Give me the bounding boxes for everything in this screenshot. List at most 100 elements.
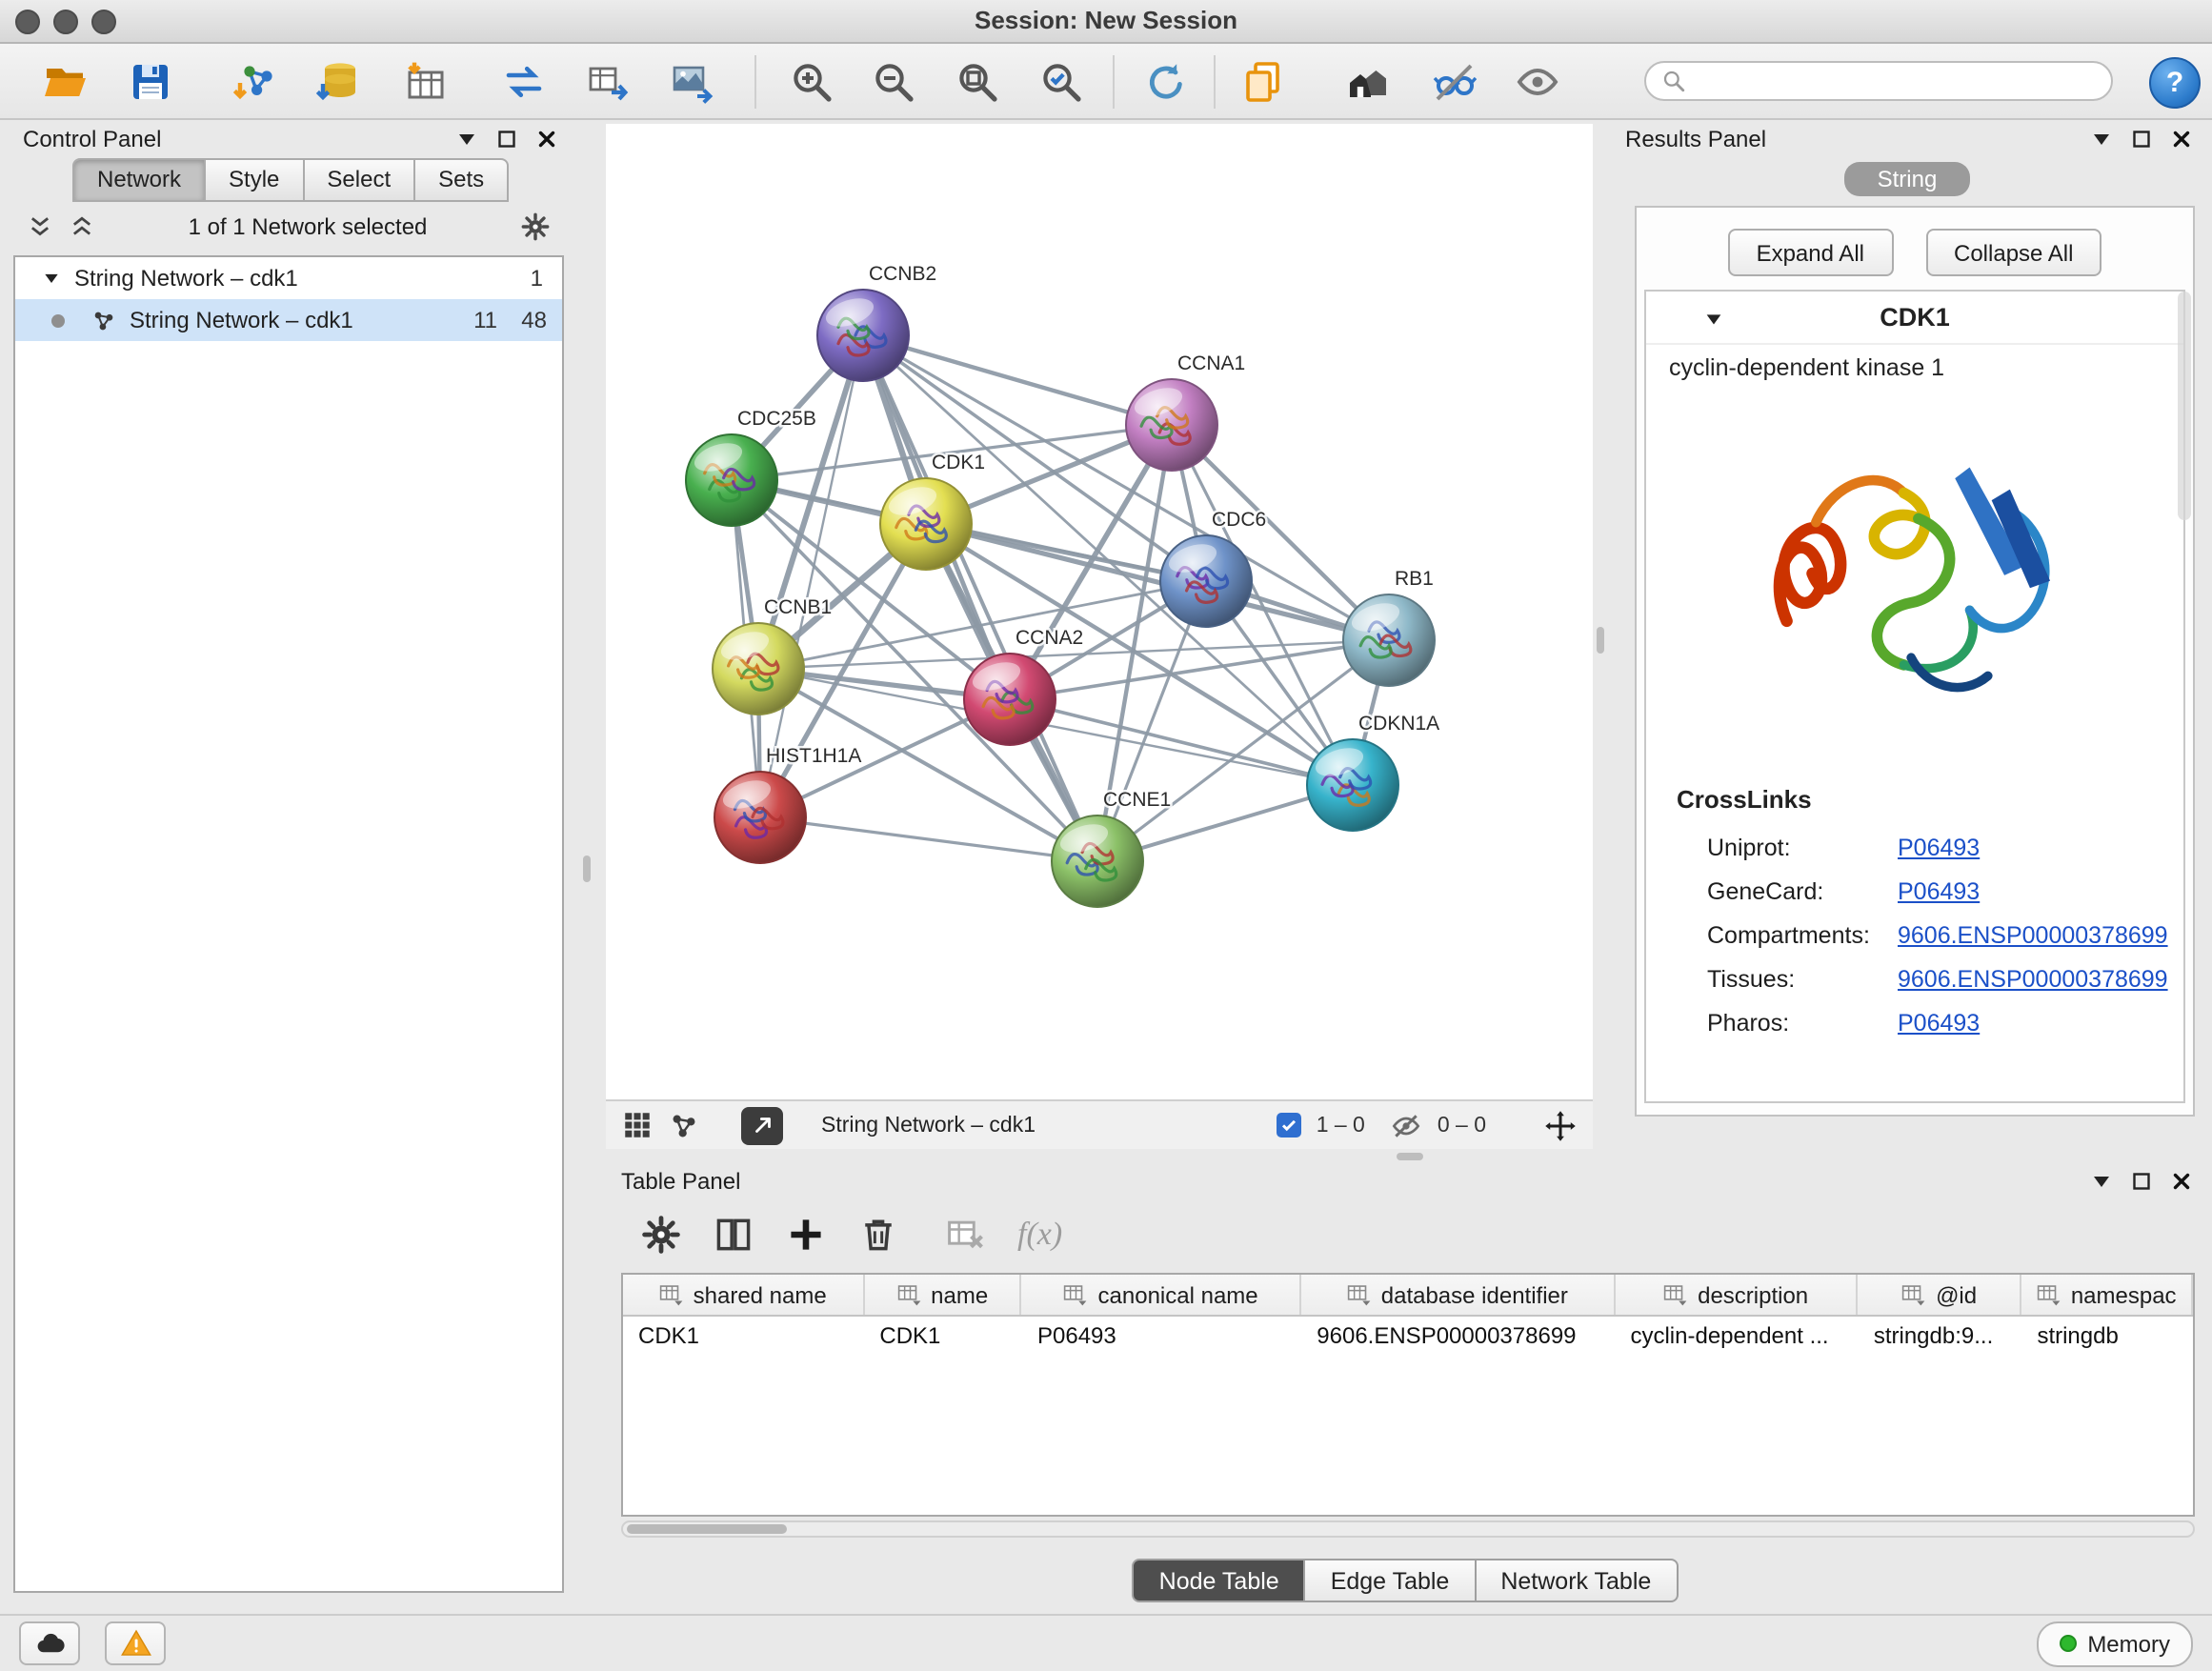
crosslink-value-link[interactable]: P06493	[1898, 834, 1980, 860]
network-options-gear-icon[interactable]	[520, 211, 551, 242]
crosslink-value-link[interactable]: 9606.ENSP00000378699	[1898, 921, 2168, 948]
column-header-namespac[interactable]: namespac	[2021, 1275, 2193, 1315]
network-current-dot-icon	[51, 313, 65, 327]
network-collection-row[interactable]: String Network – cdk1 1	[15, 257, 562, 299]
warnings-button[interactable]	[105, 1621, 166, 1665]
control-panel-float-icon[interactable]	[495, 128, 518, 151]
network-edge[interactable]	[863, 335, 1172, 425]
column-header--id[interactable]: @id	[1859, 1275, 2022, 1315]
control-panel-close-icon[interactable]	[535, 128, 558, 151]
move-crosshair-icon[interactable]	[1543, 1108, 1578, 1142]
table-panel-close-icon[interactable]	[2170, 1170, 2193, 1193]
zoom-out-icon[interactable]	[869, 56, 918, 106]
network-node-rb1[interactable]: RB1	[1343, 568, 1435, 686]
network-node-ccna1[interactable]: CCNA1	[1126, 352, 1245, 471]
show-columns-icon[interactable]	[713, 1214, 754, 1256]
right-splitter-handle[interactable]	[1597, 627, 1604, 654]
crosslink-value-link[interactable]: 9606.ENSP00000378699	[1898, 965, 2168, 992]
export-image-icon[interactable]	[667, 56, 716, 106]
network-view-canvas[interactable]: CCNB2CCNA1CDC25BCDK1CDC6RB1CCNB1CCNA2CDK…	[606, 124, 1593, 1099]
table-hscrollbar[interactable]	[621, 1520, 2195, 1538]
crosslink-label: Pharos:	[1707, 1009, 1898, 1036]
gene-collapse-icon[interactable]	[1703, 309, 1724, 330]
search-input[interactable]	[1696, 66, 2096, 96]
column-header-name[interactable]: name	[864, 1275, 1022, 1315]
network-row-selected[interactable]: String Network – cdk1 11 48	[15, 299, 562, 341]
expand-all-button[interactable]: Expand All	[1728, 229, 1893, 276]
table-body: CDK1CDK1P064939606.ENSP00000378699cyclin…	[623, 1317, 2193, 1357]
network-node-cdc6[interactable]: CDC6	[1160, 509, 1266, 627]
column-header-description[interactable]: description	[1615, 1275, 1858, 1315]
results-panel-collapse-icon[interactable]	[2090, 128, 2113, 151]
network-node-cdc25b[interactable]: CDC25B	[686, 408, 816, 526]
cloud-status-button[interactable]	[19, 1621, 80, 1665]
function-builder-icon[interactable]: f(x)	[1017, 1216, 1062, 1254]
control-panel-collapse-icon[interactable]	[455, 128, 478, 151]
gene-description: cyclin-dependent kinase 1	[1646, 345, 2183, 381]
network-edge[interactable]	[760, 817, 1097, 861]
selected-checkbox-icon[interactable]	[1277, 1113, 1301, 1137]
hide-selection-glasses-icon[interactable]	[1429, 56, 1478, 106]
open-session-icon[interactable]	[40, 56, 90, 106]
expand-all-nodes-icon[interactable]	[27, 213, 53, 240]
tree-expand-icon[interactable]	[42, 269, 61, 288]
node-label-cdk1: CDK1	[932, 452, 985, 473]
table-row[interactable]: CDK1CDK1P064939606.ENSP00000378699cyclin…	[623, 1317, 2193, 1357]
delete-table-icon[interactable]	[945, 1214, 987, 1256]
import-network-file-icon[interactable]	[231, 56, 280, 106]
tab-string[interactable]: String	[1844, 162, 1970, 196]
results-panel-close-icon[interactable]	[2170, 128, 2193, 151]
detach-view-button[interactable]	[741, 1106, 783, 1144]
column-header-database-identifier[interactable]: database identifier	[1301, 1275, 1615, 1315]
copy-document-icon[interactable]	[1238, 56, 1288, 106]
column-header-canonical-name[interactable]: canonical name	[1022, 1275, 1301, 1315]
refresh-icon[interactable]	[1141, 56, 1191, 106]
network-node-ccnb2[interactable]: CCNB2	[817, 263, 936, 381]
network-node-ccnb1[interactable]: CCNB1	[713, 596, 832, 715]
create-column-plus-icon[interactable]	[785, 1214, 827, 1256]
delete-column-trash-icon[interactable]	[857, 1214, 899, 1256]
home-houses-icon[interactable]	[1343, 56, 1393, 106]
tab-edge-table[interactable]: Edge Table	[1306, 1559, 1477, 1602]
tab-network[interactable]: Network	[72, 158, 206, 202]
show-all-eye-icon[interactable]	[1513, 56, 1562, 106]
birds-eye-grid-icon[interactable]	[621, 1109, 654, 1141]
network-node-count: 11	[448, 307, 497, 333]
bottom-splitter-handle[interactable]	[1397, 1153, 1423, 1160]
collapse-all-nodes-icon[interactable]	[69, 213, 95, 240]
crosslink-row: Uniprot:P06493	[1646, 825, 2183, 869]
network-share-icon[interactable]	[669, 1110, 699, 1140]
tab-style[interactable]: Style	[206, 158, 304, 202]
tab-select[interactable]: Select	[304, 158, 415, 202]
zoom-fit-icon[interactable]	[953, 56, 1002, 106]
toolbar-search[interactable]	[1644, 61, 2113, 101]
import-network-database-icon[interactable]	[312, 56, 362, 106]
left-splitter-handle[interactable]	[583, 856, 591, 882]
table-panel-collapse-icon[interactable]	[2090, 1170, 2113, 1193]
crosslink-value-link[interactable]: P06493	[1898, 877, 1980, 904]
crosslink-value-link[interactable]: P06493	[1898, 1009, 1980, 1036]
memory-button[interactable]: Memory	[2036, 1621, 2193, 1666]
results-scrollbar[interactable]	[2178, 292, 2191, 520]
results-panel-float-icon[interactable]	[2130, 128, 2153, 151]
table-panel-title: Table Panel	[621, 1168, 740, 1195]
save-session-icon[interactable]	[126, 56, 175, 106]
tab-network-table[interactable]: Network Table	[1476, 1559, 1678, 1602]
help-icon[interactable]: ?	[2149, 57, 2201, 109]
network-node-hist1h1a[interactable]: HIST1H1A	[714, 745, 861, 863]
table-panel-float-icon[interactable]	[2130, 1170, 2153, 1193]
zoom-selected-icon[interactable]	[1036, 56, 1086, 106]
tab-sets[interactable]: Sets	[415, 158, 509, 202]
tab-node-table[interactable]: Node Table	[1133, 1559, 1306, 1602]
network-from-table-icon[interactable]	[583, 56, 633, 106]
table-options-gear-icon[interactable]	[640, 1214, 682, 1256]
gene-section-header[interactable]: CDK1	[1646, 292, 2183, 345]
zoom-in-icon[interactable]	[787, 56, 836, 106]
clone-network-icon[interactable]	[499, 56, 549, 106]
import-table-icon[interactable]	[400, 56, 450, 106]
network-edge[interactable]	[758, 335, 863, 669]
collapse-all-button[interactable]: Collapse All	[1925, 229, 2101, 276]
column-header-shared-name[interactable]: shared name	[623, 1275, 864, 1315]
network-edge[interactable]	[863, 335, 1097, 861]
hidden-eye-slash-icon[interactable]	[1392, 1110, 1422, 1140]
